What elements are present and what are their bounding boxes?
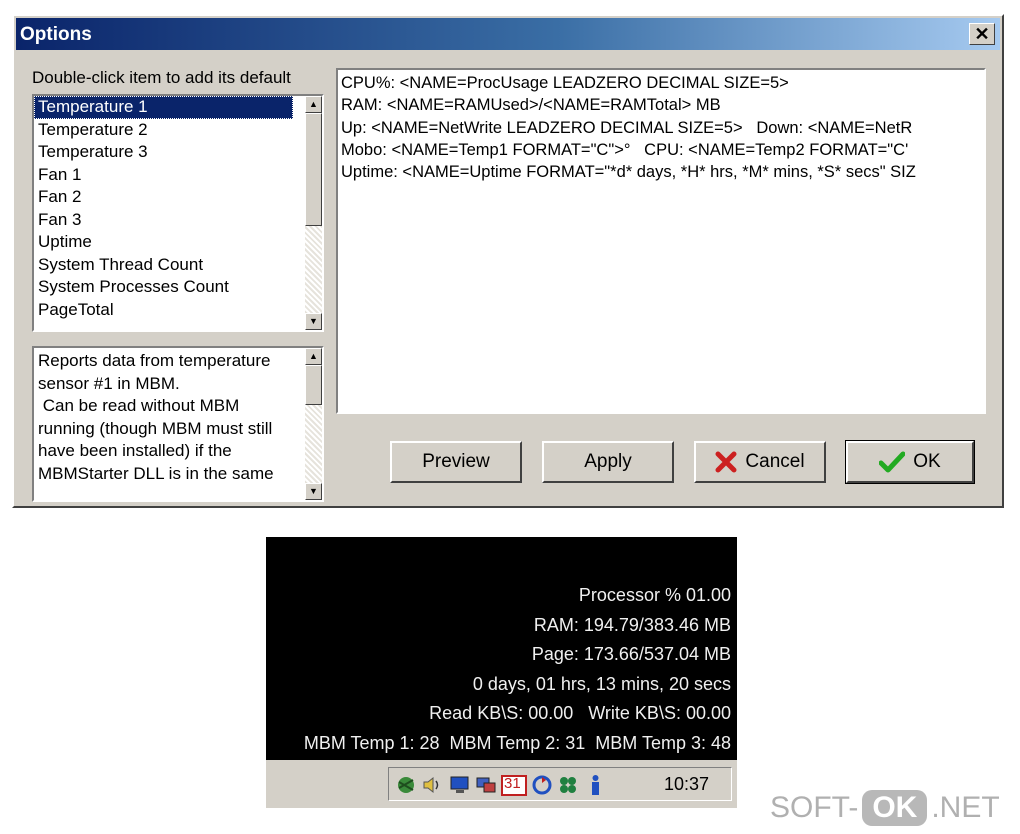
list-item[interactable]: PageTotal xyxy=(34,299,322,322)
editor-line: Mobo: <NAME=Temp1 FORMAT="C">° CPU: <NAM… xyxy=(341,140,909,159)
scroll-thumb[interactable] xyxy=(305,365,322,405)
list-item[interactable]: Fan 1 xyxy=(34,164,322,187)
options-dialog: Options ✕ Double-click item to add its d… xyxy=(12,14,1004,508)
description-scrollbar[interactable]: ▲ ▼ xyxy=(305,348,322,500)
clover-icon[interactable] xyxy=(557,774,579,796)
calendar-icon[interactable]: 31 xyxy=(501,774,527,796)
checkmark-icon xyxy=(879,451,906,473)
stat-line: Read KB\S: 00.00 Write KB\S: 00.00 xyxy=(429,703,731,724)
network-icon[interactable] xyxy=(395,774,417,796)
list-item[interactable]: Fan 3 xyxy=(34,209,322,232)
taskbar: 31 10:37 xyxy=(266,760,737,808)
description-box[interactable]: Reports data from temperature sensor #1 … xyxy=(32,346,324,502)
dialog-title: Options xyxy=(20,24,92,45)
close-button[interactable]: ✕ xyxy=(969,23,995,45)
list-item[interactable]: Uptime xyxy=(34,231,322,254)
volume-icon[interactable] xyxy=(421,774,443,796)
list-item[interactable]: System Processes Count xyxy=(34,276,322,299)
format-editor[interactable]: CPU%: <NAME=ProcUsage LEADZERO DECIMAL S… xyxy=(336,68,986,414)
tray-clock[interactable]: 10:37 xyxy=(664,774,709,795)
listbox-scrollbar[interactable]: ▲ ▼ xyxy=(305,96,322,330)
cancel-button-label: Cancel xyxy=(745,451,805,472)
scroll-up-arrow-icon[interactable]: ▲ xyxy=(305,348,322,365)
info-icon[interactable] xyxy=(585,774,607,796)
ok-button-label: OK xyxy=(913,451,941,472)
list-item[interactable]: Fan 2 xyxy=(34,186,322,209)
list-item[interactable]: Temperature 1 xyxy=(34,96,293,119)
list-hint-label: Double-click item to add its default xyxy=(32,68,291,87)
apply-button-label: Apply xyxy=(584,451,632,472)
stat-line: Processor % 01.00 xyxy=(578,585,731,605)
editor-line: Uptime: <NAME=Uptime FORMAT="*d* days, *… xyxy=(341,163,916,182)
editor-line: CPU%: <NAME=ProcUsage LEADZERO DECIMAL S… xyxy=(341,74,789,92)
system-tray: 31 10:37 xyxy=(388,767,732,801)
sync-icon[interactable] xyxy=(531,774,553,796)
stat-line: RAM: 194.79/383.46 MB xyxy=(533,614,731,635)
ok-button[interactable]: OK xyxy=(845,440,975,484)
editor-line: RAM: <NAME=RAMUsed>/<NAME=RAMTotal> MB xyxy=(341,96,721,115)
watermark-badge: OK xyxy=(862,790,928,826)
stat-line: MBM Temp 1: 28 MBM Temp 2: 31 MBM Temp 3… xyxy=(303,732,731,753)
list-item[interactable]: Temperature 3 xyxy=(34,141,322,164)
apply-button[interactable]: Apply xyxy=(542,441,674,483)
description-text: Reports data from temperature sensor #1 … xyxy=(38,351,274,483)
title-bar[interactable]: Options ✕ xyxy=(16,18,1000,50)
watermark: SOFT- OK .NET xyxy=(770,790,1000,826)
variables-listbox[interactable]: Temperature 1 Temperature 2 Temperature 3F… xyxy=(32,94,324,332)
preview-button-label: Preview xyxy=(422,451,490,472)
display-icon[interactable] xyxy=(449,774,471,796)
watermark-prefix: SOFT- xyxy=(770,791,859,824)
scroll-thumb[interactable] xyxy=(305,113,322,226)
preview-button[interactable]: Preview xyxy=(390,441,522,483)
scroll-down-arrow-icon[interactable]: ▼ xyxy=(305,483,322,500)
stat-line: Page: 173.66/537.04 MB xyxy=(531,644,731,665)
calendar-day: 31 xyxy=(504,775,521,792)
variables-list: Temperature 1 Temperature 2 Temperature 3F… xyxy=(34,96,322,321)
monitor-icon[interactable] xyxy=(475,774,497,796)
format-editor-lines: CPU%: <NAME=ProcUsage LEADZERO DECIMAL S… xyxy=(338,70,984,183)
cancel-button[interactable]: Cancel xyxy=(694,441,826,483)
editor-line: Up: <NAME=NetWrite LEADZERO DECIMAL SIZE… xyxy=(341,118,913,137)
scroll-down-arrow-icon[interactable]: ▼ xyxy=(305,313,322,330)
watermark-suffix: .NET xyxy=(931,791,1000,824)
stats-display-panel: Processor % 01.00 RAM: 194.79/383.46 MB Pa… xyxy=(266,537,737,760)
list-item[interactable]: System Thread Count xyxy=(34,254,322,277)
scroll-up-arrow-icon[interactable]: ▲ xyxy=(305,96,322,113)
stat-line: 0 days, 01 hrs, 13 mins, 20 secs xyxy=(472,673,731,694)
cancel-x-icon xyxy=(715,451,737,473)
stats-lines: Processor % 01.00 RAM: 194.79/383.46 MB Pa… xyxy=(304,581,731,759)
list-item[interactable]: Temperature 2 xyxy=(34,119,322,142)
